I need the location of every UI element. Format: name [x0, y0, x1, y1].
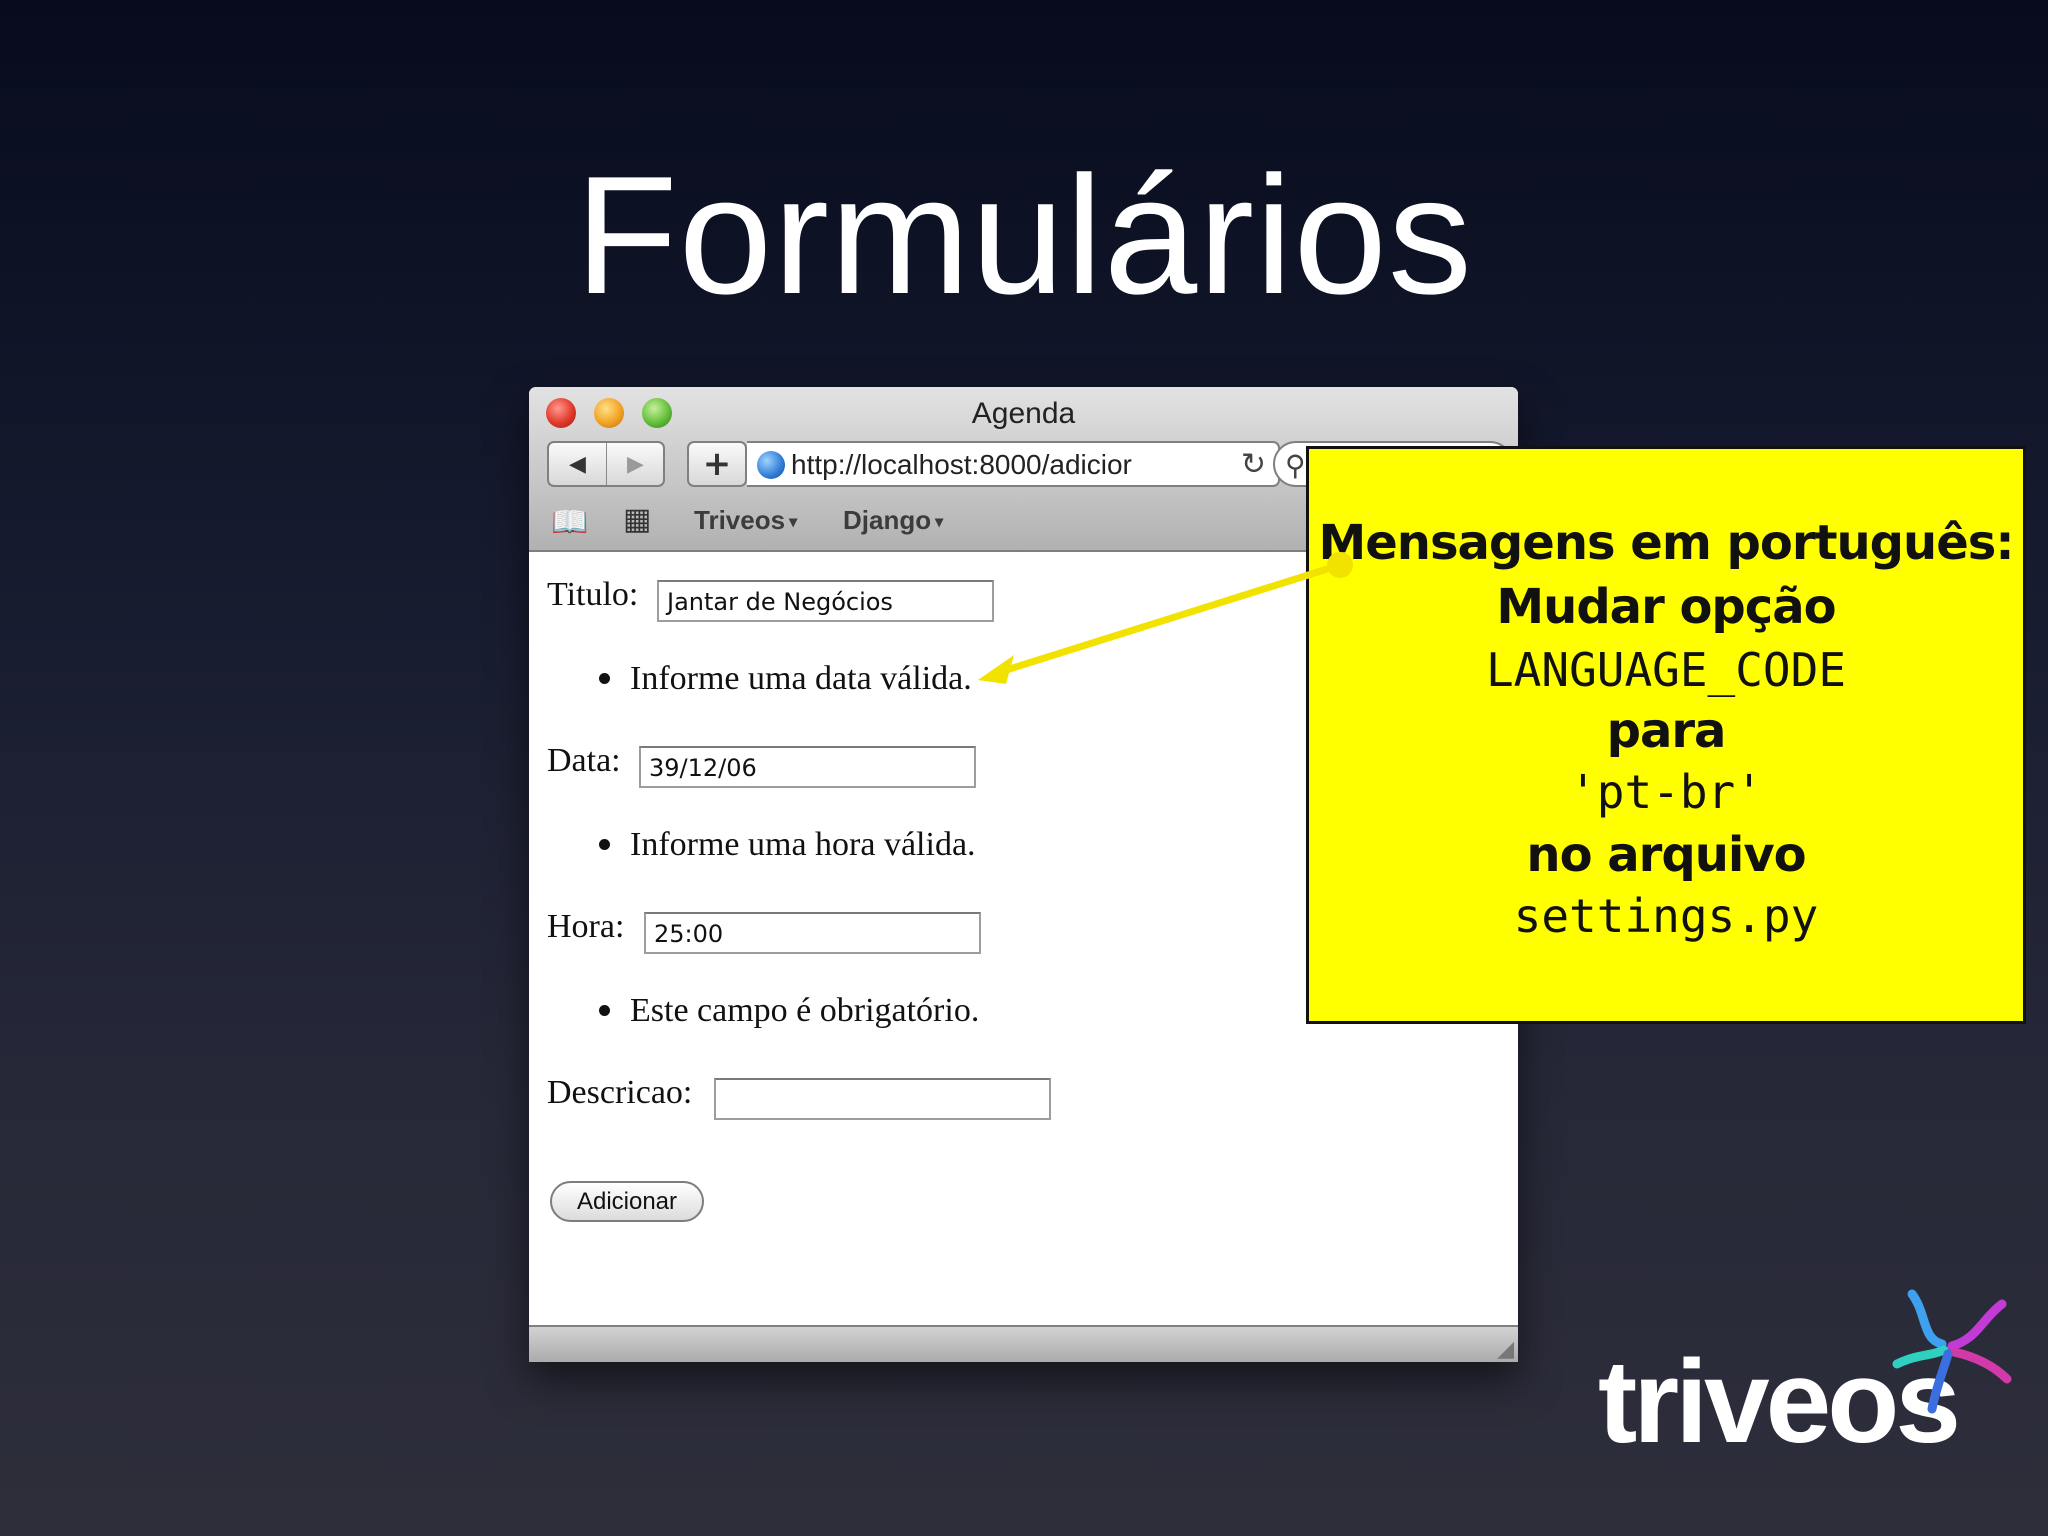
callout-arrow: [978, 552, 1353, 684]
callout-arrow-line: [996, 561, 1344, 676]
triveos-logo-mark: [1892, 1289, 2012, 1414]
callout-arrow-dot: [1327, 552, 1353, 578]
callout-arrowhead: [978, 655, 1014, 684]
